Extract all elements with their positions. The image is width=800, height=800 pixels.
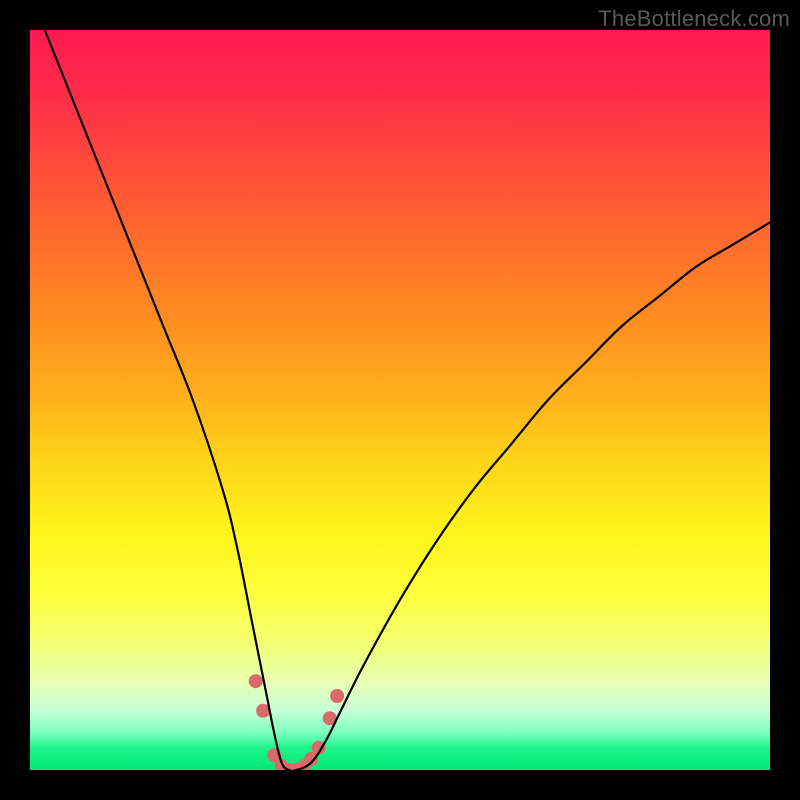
highlight-dot	[249, 674, 263, 688]
marker-layer	[249, 674, 344, 770]
watermark-text: TheBottleneck.com	[598, 6, 790, 32]
chart-svg	[30, 30, 770, 770]
chart-frame: TheBottleneck.com	[0, 0, 800, 800]
plot-area	[30, 30, 770, 770]
highlight-dot	[330, 689, 344, 703]
bottleneck-curve	[45, 30, 770, 770]
